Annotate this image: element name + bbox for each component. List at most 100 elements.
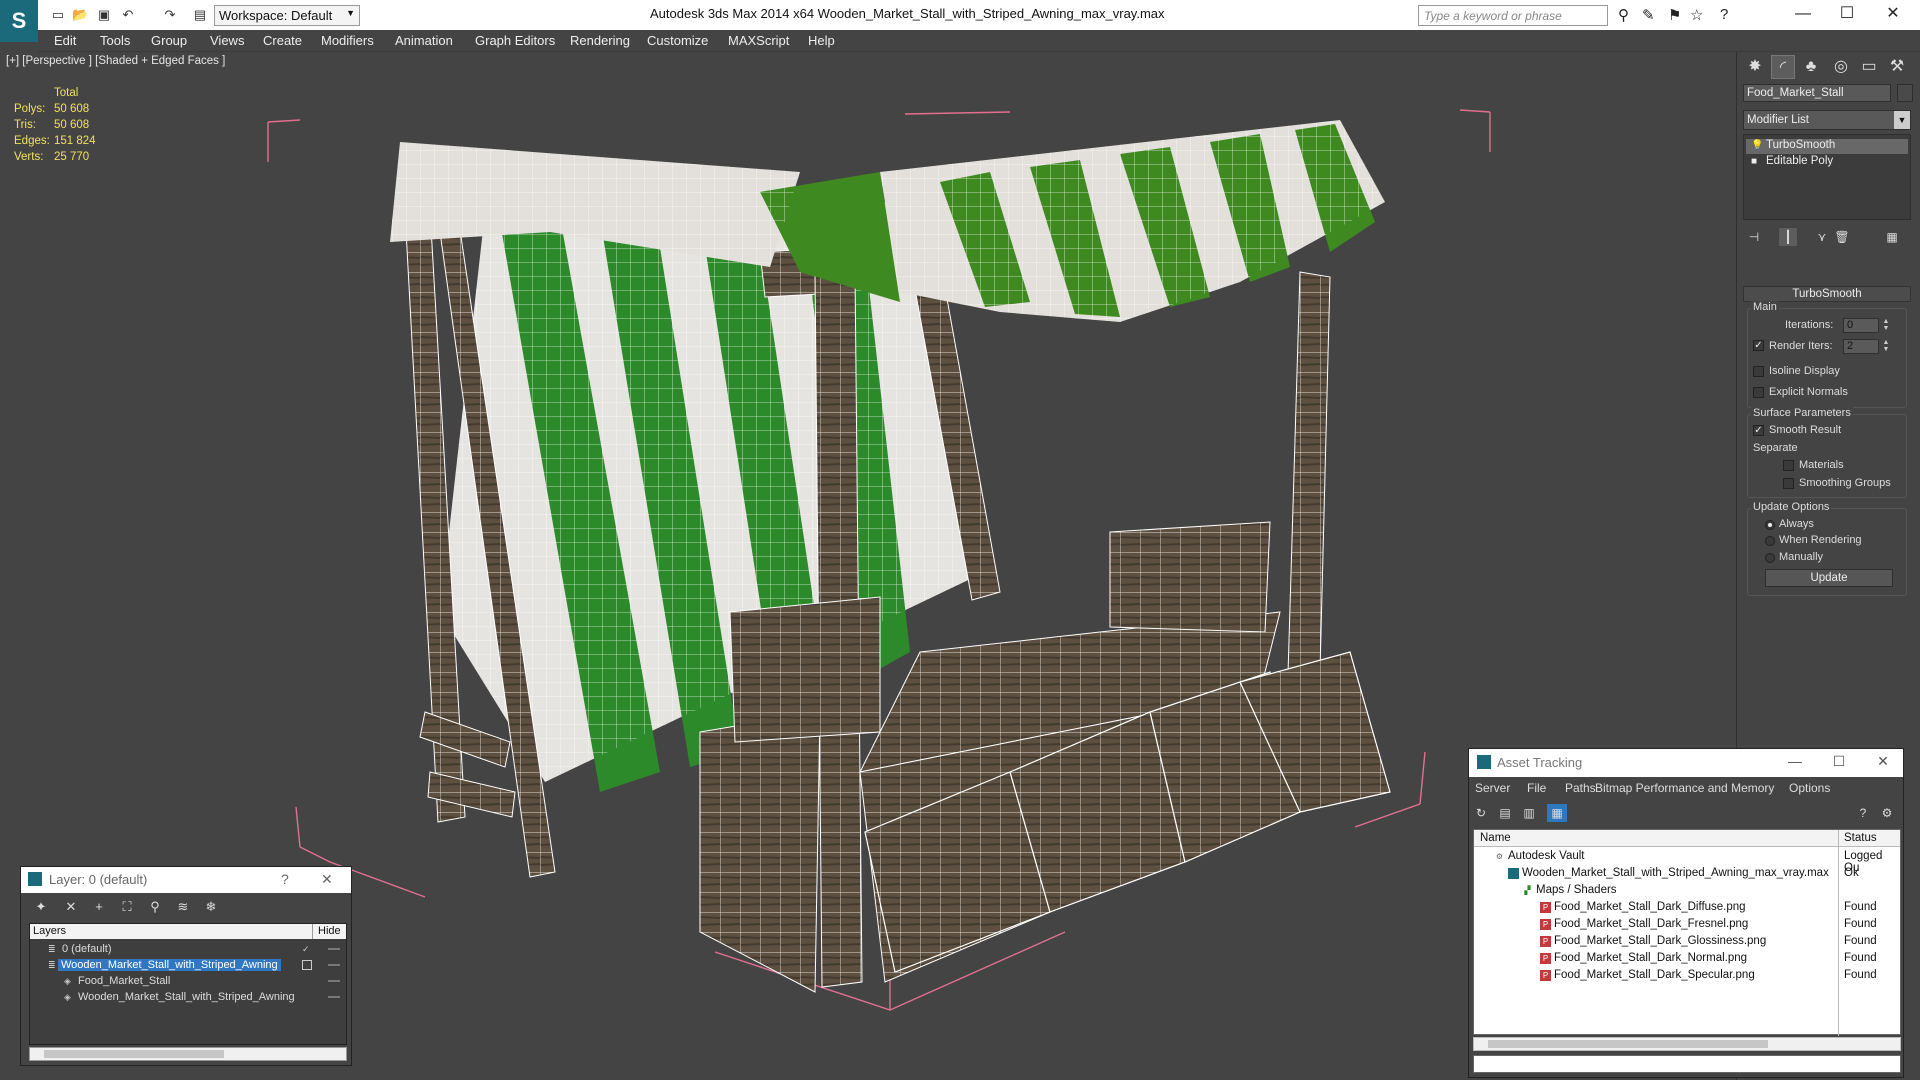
close-icon[interactable]: ✕ (321, 871, 333, 888)
help-icon[interactable]: ? (1853, 804, 1873, 822)
favorites-star-icon[interactable]: ☆ (1690, 6, 1703, 24)
asset-menu-file[interactable]: File (1527, 781, 1546, 795)
horizontal-scrollbar[interactable] (1473, 1037, 1901, 1051)
list-item[interactable]: ≣ Wooden_Market_Stall_with_Striped_Awnin… (30, 957, 346, 973)
table-row[interactable]: P Food_Market_Stall_Dark_Fresnel.png Fou… (1474, 916, 1900, 933)
menu-customize[interactable]: Customize (647, 33, 708, 48)
configure-sets-icon[interactable]: ▦ (1883, 228, 1901, 246)
always-radio[interactable] (1765, 520, 1775, 530)
asset-tracking-titlebar[interactable]: Asset Tracking — ☐ ✕ (1469, 749, 1903, 777)
tree-view-icon[interactable]: ▥ (1519, 804, 1539, 822)
select-objects-icon[interactable]: ⛶ (117, 898, 137, 916)
hierarchy-tab-icon[interactable]: ♣ (1799, 55, 1823, 79)
list-item[interactable]: ◈ Wooden_Market_Stall_with_Striped_Awnin… (30, 989, 346, 1005)
spinner-arrows-icon[interactable]: ▲ ▼ (1881, 318, 1891, 333)
binoculars-icon[interactable]: ⚲ (1618, 6, 1629, 24)
display-tab-icon[interactable]: ▭ (1857, 55, 1881, 79)
horizontal-scrollbar[interactable] (29, 1047, 347, 1061)
viewport-label[interactable]: [+] [Perspective ] [Shaded + Edged Faces… (6, 55, 225, 67)
materials-checkbox[interactable] (1783, 460, 1794, 471)
app-logo-icon[interactable]: S (0, 0, 38, 42)
utilities-tab-icon[interactable]: ⚒ (1885, 55, 1909, 79)
list-item[interactable]: ≣ 0 (default) ✓ (30, 941, 346, 957)
new-file-icon[interactable]: ▭ (50, 7, 66, 23)
menu-tools[interactable]: Tools (100, 33, 130, 48)
redo-icon[interactable]: ↷ (162, 7, 178, 23)
iterations-spinner[interactable]: 0 (1843, 318, 1879, 333)
table-row[interactable]: ▞ Maps / Shaders (1474, 882, 1900, 899)
close-icon[interactable]: ✕ (1870, 3, 1916, 27)
lightbulb-icon[interactable]: 💡 (1751, 140, 1763, 151)
table-row[interactable]: Wooden_Market_Stall_with_Striped_Awning_… (1474, 865, 1900, 882)
make-unique-icon[interactable]: ⋎ (1813, 228, 1831, 246)
render-iters-checkbox[interactable]: ✓ (1753, 340, 1764, 351)
asset-menu-bitmap-performance[interactable]: Bitmap Performance and Memory (1595, 781, 1774, 795)
menu-group[interactable]: Group (151, 33, 187, 48)
object-color-swatch[interactable] (1897, 84, 1913, 102)
search-input[interactable]: Type a keyword or phrase (1418, 5, 1608, 26)
table-row[interactable]: P Food_Market_Stall_Dark_Diffuse.png Fou… (1474, 899, 1900, 916)
settings-icon[interactable]: ⚙ (1877, 804, 1897, 822)
show-end-result-icon[interactable]: ┃ (1779, 228, 1797, 246)
create-layer-icon[interactable]: ✦ (31, 898, 51, 916)
scrollbar-thumb[interactable] (1488, 1040, 1768, 1048)
table-row[interactable]: ⚙ Autodesk Vault Logged Ou (1474, 848, 1900, 874)
delete-layer-icon[interactable]: ✕ (61, 898, 81, 916)
spinner-arrows-icon[interactable]: ▲ ▼ (1881, 339, 1891, 354)
modify-tab-icon[interactable]: ◜ (1771, 55, 1795, 79)
object-name-field[interactable]: Food_Market_Stall (1743, 84, 1891, 102)
modifier-list-dropdown[interactable]: Modifier List ▼ (1743, 110, 1911, 130)
menu-help[interactable]: Help (808, 33, 835, 48)
menu-edit[interactable]: Edit (54, 33, 76, 48)
table-row[interactable]: P Food_Market_Stall_Dark_Glossiness.png … (1474, 933, 1900, 950)
menu-graph-editors[interactable]: Graph Editors (475, 33, 555, 48)
update-button[interactable]: Update (1765, 569, 1893, 587)
add-to-layer-icon[interactable]: + (89, 898, 109, 916)
hide-toggle[interactable] (328, 996, 340, 998)
menu-rendering[interactable]: Rendering (570, 33, 630, 48)
column-name-header[interactable]: Name (1480, 832, 1511, 844)
menu-modifiers[interactable]: Modifiers (321, 33, 374, 48)
asset-menu-options[interactable]: Options (1789, 781, 1830, 795)
asset-path-field[interactable] (1473, 1055, 1901, 1073)
hide-toggle[interactable] (328, 964, 340, 966)
hide-toggle[interactable] (328, 980, 340, 982)
minimize-icon[interactable]: — (1777, 753, 1813, 769)
highlight-layer-icon[interactable]: ⚲ (145, 898, 165, 916)
remove-modifier-icon[interactable]: 🗑 (1833, 228, 1851, 246)
workspace-dropdown[interactable]: Workspace: Default ▼ (214, 5, 360, 26)
menu-views[interactable]: Views (210, 33, 244, 48)
checkmark-icon[interactable]: ✓ (302, 944, 312, 954)
project-folder-icon[interactable]: ▤ (192, 7, 208, 23)
maximize-icon[interactable]: ☐ (1824, 3, 1870, 27)
open-file-icon[interactable]: 📂 (72, 7, 88, 23)
table-row[interactable]: P Food_Market_Stall_Dark_Specular.png Fo… (1474, 967, 1900, 984)
list-view-icon[interactable]: ▤ (1495, 804, 1515, 822)
stack-item-turbosmooth[interactable]: 💡 TurboSmooth (1746, 139, 1908, 154)
layer-titlebar[interactable]: Layer: 0 (default) ? ✕ (21, 867, 351, 893)
smooth-result-checkbox[interactable]: ✓ (1753, 425, 1764, 436)
scrollbar-thumb[interactable] (44, 1050, 224, 1058)
communication-center-icon[interactable]: ✎ (1642, 6, 1655, 24)
table-row[interactable]: P Food_Market_Stall_Dark_Normal.png Foun… (1474, 950, 1900, 967)
asset-menu-server[interactable]: Server (1475, 781, 1510, 795)
create-tab-icon[interactable]: ✸ (1743, 55, 1767, 79)
when-rendering-radio[interactable] (1765, 536, 1775, 546)
subscription-icon[interactable]: ⚑ (1668, 6, 1681, 24)
stack-item-editable-poly[interactable]: ■ Editable Poly (1746, 155, 1908, 170)
list-item[interactable]: ◈ Food_Market_Stall (30, 973, 346, 989)
maximize-icon[interactable]: ☐ (1821, 753, 1857, 770)
render-iters-spinner[interactable]: 2 (1843, 339, 1879, 354)
turbosmooth-rollout-header[interactable]: TurboSmooth (1743, 286, 1911, 302)
manually-radio[interactable] (1765, 553, 1775, 563)
menu-create[interactable]: Create (263, 33, 302, 48)
undo-icon[interactable]: ↶ (120, 7, 136, 23)
save-icon[interactable]: ▣ (96, 7, 112, 23)
table-view-icon[interactable]: ▦ (1547, 804, 1567, 822)
menu-animation[interactable]: Animation (395, 33, 453, 48)
menu-maxscript[interactable]: MAXScript (728, 33, 789, 48)
hide-all-layers-icon[interactable]: ≋ (173, 898, 193, 916)
close-icon[interactable]: ✕ (1865, 753, 1901, 770)
column-status-header[interactable]: Status (1844, 832, 1877, 844)
active-layer-box-icon[interactable] (302, 960, 312, 970)
